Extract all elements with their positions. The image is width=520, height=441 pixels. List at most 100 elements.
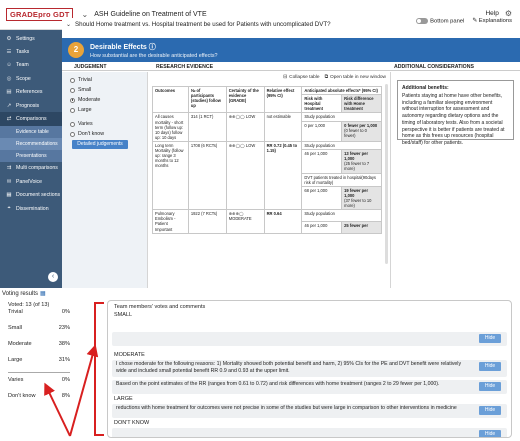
vote-label: Varies — [8, 377, 24, 383]
sidebar-subitem-recommendations[interactable]: Recommendations — [0, 137, 62, 150]
vote-row: Don't know 8% — [8, 393, 70, 399]
chart-icon[interactable]: ▦ — [40, 290, 46, 297]
question-bar: ⌄ Should Home treatment vs. Hospital tre… — [62, 18, 520, 30]
team-icon: ☺ — [6, 62, 12, 69]
collapse-sidebar-icon[interactable]: ‹ — [48, 272, 58, 282]
additional-considerations-text[interactable]: Additional benefits: Patients staying at… — [397, 80, 514, 146]
sidebar-item-scope[interactable]: ◎ Scope — [0, 72, 62, 85]
votes-comments-panel: Team members' votes and comments SMALL H… — [107, 300, 512, 438]
section-large: LARGE — [114, 396, 133, 402]
table-cell: Study population — [301, 140, 382, 151]
radio-icon[interactable] — [70, 87, 75, 93]
radio-selected-icon[interactable] — [70, 97, 75, 103]
bottom-panel-toggle[interactable]: Bottom panel — [416, 18, 464, 25]
table-cell: 314 (1 RCT) — [187, 112, 227, 142]
sidebar-item-label: Comparisons — [16, 116, 47, 123]
table-cell: ⊕⊕◯◯ LOW — [225, 112, 265, 142]
multi-icon: ⇉ — [6, 165, 12, 172]
question-text[interactable]: Should Home treatment vs. Hospital treat… — [75, 21, 331, 28]
document-icon: ▦ — [6, 192, 12, 199]
sidebar-item-label: Document sections — [16, 192, 61, 199]
sidebar-item-document-sections[interactable]: ▦ Document sections — [0, 189, 62, 202]
sidebar-item-label: Multi comparisons — [16, 165, 58, 172]
radio-trivial[interactable]: Trivial — [62, 75, 147, 85]
radio-small[interactable]: Small — [62, 85, 147, 95]
comparisons-icon: ⇄ — [6, 116, 12, 123]
sidebar-item-multi-comparisons[interactable]: ⇉ Multi comparisons — [0, 162, 62, 175]
radio-icon[interactable] — [70, 107, 75, 113]
vote-label: Don't know — [8, 393, 36, 399]
radio-label: Large — [78, 107, 92, 113]
radio-icon[interactable] — [70, 77, 75, 83]
evidence-heading: RESEARCH EVIDENCE — [156, 64, 214, 70]
sidebar-item-team[interactable]: ☺ Team — [0, 59, 62, 72]
collapse-table-link[interactable]: ⊟ Collapse table — [283, 74, 319, 80]
additional-considerations-panel: Additional benefits: Patients staying at… — [390, 72, 520, 288]
sidebar-item-comparisons[interactable]: ⇄ Comparisons — [0, 112, 62, 126]
table-header: Certainty of the evidence (GRADE) — [225, 85, 265, 114]
radio-icon[interactable] — [70, 131, 75, 137]
sidebar-item-dissemination[interactable]: ⌖ Dissemination — [0, 202, 62, 215]
annotation-bracket — [94, 302, 104, 436]
vote-pct: 0% — [61, 309, 70, 315]
table-cell: 13 fewer per 1,000 (25 fewer to 7 more) — [341, 149, 382, 174]
radio-large[interactable]: Large — [62, 105, 147, 115]
comment-item: reductions with home treatment for outco… — [112, 404, 507, 418]
table-cell: 0 per 1,000 — [301, 121, 343, 142]
table-cell: 25 fewer per — [341, 220, 382, 234]
collapse-icon: ⊟ — [283, 74, 288, 80]
hide-button[interactable]: Hide — [479, 334, 501, 343]
panelvoice-icon: ✉ — [6, 178, 12, 185]
explanations-button[interactable]: ✎ Explanations — [472, 18, 512, 24]
toggle-icon[interactable] — [416, 18, 429, 24]
sidebar-item-panelvoice[interactable]: ✉ PanelVoice — [0, 175, 62, 188]
table-header: Risk difference with Home treatment — [341, 94, 382, 114]
hide-button[interactable]: Hide — [479, 362, 501, 371]
open-window-icon: ⧉ — [324, 75, 328, 80]
sidebar-subitem-evidence-table[interactable]: Evidence table — [0, 125, 62, 138]
radio-dont-know[interactable]: Don't know — [62, 129, 147, 139]
detailed-judgements-button[interactable]: Detailed judgements — [72, 140, 128, 149]
radio-icon[interactable] — [70, 121, 75, 127]
help-link[interactable]: Help — [485, 10, 498, 17]
info-icon[interactable]: ⓘ — [149, 44, 156, 51]
vote-pct: 0% — [61, 377, 70, 383]
chevron-down-icon[interactable]: ⌄ — [66, 21, 71, 28]
sidebar-item-settings[interactable]: ⚙ Settings — [0, 32, 62, 45]
project-title[interactable]: ASH Guideline on Treatment of VTE — [94, 11, 206, 18]
comment-item: Hide — [112, 428, 507, 437]
vote-pct: 31% — [58, 357, 70, 363]
sidebar-item-tasks[interactable]: ☰ Tasks — [0, 45, 62, 58]
open-table-link[interactable]: ⧉ Open table in new window — [324, 74, 386, 81]
table-cell: 46 per 1,000 — [301, 220, 343, 234]
section-moderate: MODERATE — [114, 352, 145, 358]
vote-row: Small 23% — [8, 325, 70, 331]
table-cell: Study population — [301, 209, 382, 222]
hide-button[interactable]: Hide — [479, 382, 501, 391]
radio-varies[interactable]: Varies — [62, 119, 147, 129]
voting-title: Voting results — [2, 290, 39, 297]
radio-label: Varies — [78, 121, 93, 127]
radio-moderate[interactable]: Moderate — [62, 95, 147, 105]
criterion-subtitle: How substantial are the desirable antici… — [90, 52, 218, 59]
hide-button[interactable]: Hide — [479, 406, 501, 415]
table-cell: 19 fewer per 1,000 (37 fewer to 10 more) — [341, 185, 382, 211]
comment-text: I chose moderate for the following reaso… — [116, 361, 462, 374]
additional-heading: ADDITIONAL CONSIDERATIONS — [394, 64, 474, 70]
settings-gear-icon[interactable]: ⚙ — [505, 9, 512, 18]
radio-label: Moderate — [78, 97, 101, 103]
table-cell: DVT patients treated in hospital(90days … — [301, 172, 382, 187]
comment-item: Based on the point estimates of the RR (… — [112, 380, 507, 394]
sidebar-item-label: PanelVoice — [16, 178, 42, 185]
table-cell: not estimable — [263, 112, 303, 142]
vertical-scrollbar[interactable] — [385, 84, 388, 264]
comment-item: I chose moderate for the following reaso… — [112, 360, 507, 377]
radio-label: Small — [78, 87, 92, 93]
table-cell: Pulmonary Embolism - Patient Important — [152, 209, 189, 234]
hide-button[interactable]: Hide — [479, 430, 501, 437]
relative-effect: RR 0.64 — [266, 211, 282, 217]
sidebar-item-references[interactable]: ▤ References — [0, 86, 62, 99]
sidebar-subitem-presentations[interactable]: Presentations — [0, 149, 62, 162]
comment-text: Based on the point estimates of the RR (… — [116, 381, 440, 387]
sidebar-item-prognosis[interactable]: ↗ Prognosis — [0, 99, 62, 112]
